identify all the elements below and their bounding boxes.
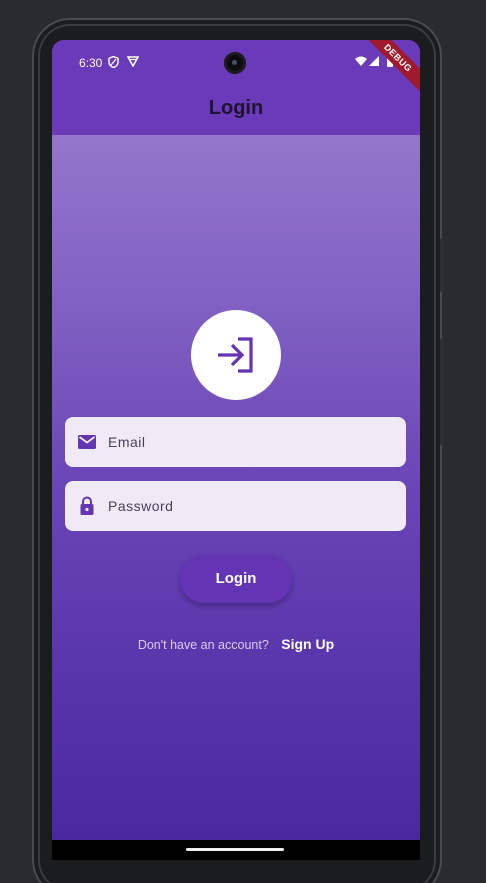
email-field[interactable] — [65, 417, 406, 467]
lock-icon — [77, 496, 97, 516]
front-camera — [224, 52, 246, 74]
login-avatar — [191, 310, 281, 400]
system-nav-bar — [52, 840, 420, 860]
volume-button[interactable] — [440, 238, 444, 292]
shield-icon — [108, 55, 119, 72]
home-gesture-handle[interactable] — [186, 848, 284, 851]
power-button[interactable] — [440, 338, 444, 446]
app-bar: 6:30 DEBUG Login — [52, 40, 420, 135]
signal-icon — [369, 56, 379, 70]
login-button[interactable]: Login — [180, 555, 292, 603]
wifi-icon — [355, 56, 367, 70]
app-notification-icon — [126, 56, 140, 71]
page-title: Login — [208, 97, 264, 119]
password-field[interactable] — [65, 481, 406, 531]
login-arrow-icon — [218, 337, 253, 373]
login-body: Login Don't have an account? Sign Up — [52, 135, 420, 840]
phone-screen: 6:30 DEBUG Login Email Login Don't have … — [52, 40, 420, 860]
signup-row: Don't have an account? Sign Up — [52, 636, 420, 652]
email-input[interactable] — [108, 417, 398, 467]
password-input[interactable] — [108, 481, 398, 531]
signup-prompt: Don't have an account? — [137, 638, 269, 652]
emulator-stage: 6:30 DEBUG Login Email Login Don't have … — [0, 0, 486, 883]
status-time: 6:30 — [79, 56, 103, 70]
sign-up-link[interactable]: Sign Up — [281, 636, 334, 652]
mail-icon — [77, 432, 97, 452]
